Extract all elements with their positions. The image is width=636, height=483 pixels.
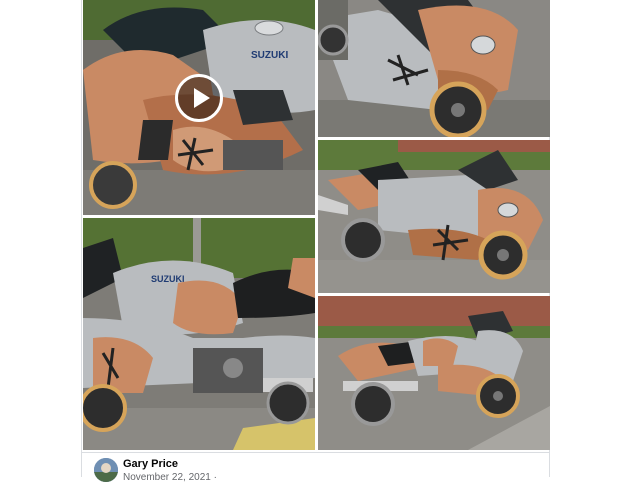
post-author-row: Gary Price November 22, 2021 · — [94, 456, 549, 483]
media-tile-photo[interactable] — [318, 296, 550, 450]
media-tile-photo[interactable]: SUZUKI — [83, 218, 315, 450]
motorcycle-left-tank-image: SUZUKI — [83, 218, 315, 450]
media-tile-video[interactable]: SUZUKI — [83, 0, 315, 215]
avatar[interactable] — [94, 458, 118, 482]
media-grid: SUZUKI SUZUKI — [82, 0, 551, 450]
motorcycle-right-side-image — [318, 140, 550, 293]
author-name[interactable]: Gary Price — [123, 458, 178, 470]
post-card: SUZUKI SUZUKI Gary Price November 22, 20… — [81, 0, 551, 483]
motorcycle-full-side-image — [318, 296, 550, 450]
play-button[interactable] — [175, 74, 223, 122]
media-tile-photo[interactable] — [318, 140, 550, 293]
divider — [82, 452, 549, 453]
media-tile-photo[interactable] — [318, 0, 550, 137]
avatar-image — [94, 458, 118, 482]
motorcycle-front-image — [318, 0, 550, 137]
post-date[interactable]: November 22, 2021 · — [123, 472, 217, 483]
tank-brand-text: SUZUKI — [251, 50, 288, 61]
tank-brand-text: SUZUKI — [151, 274, 185, 284]
play-icon — [194, 88, 210, 108]
